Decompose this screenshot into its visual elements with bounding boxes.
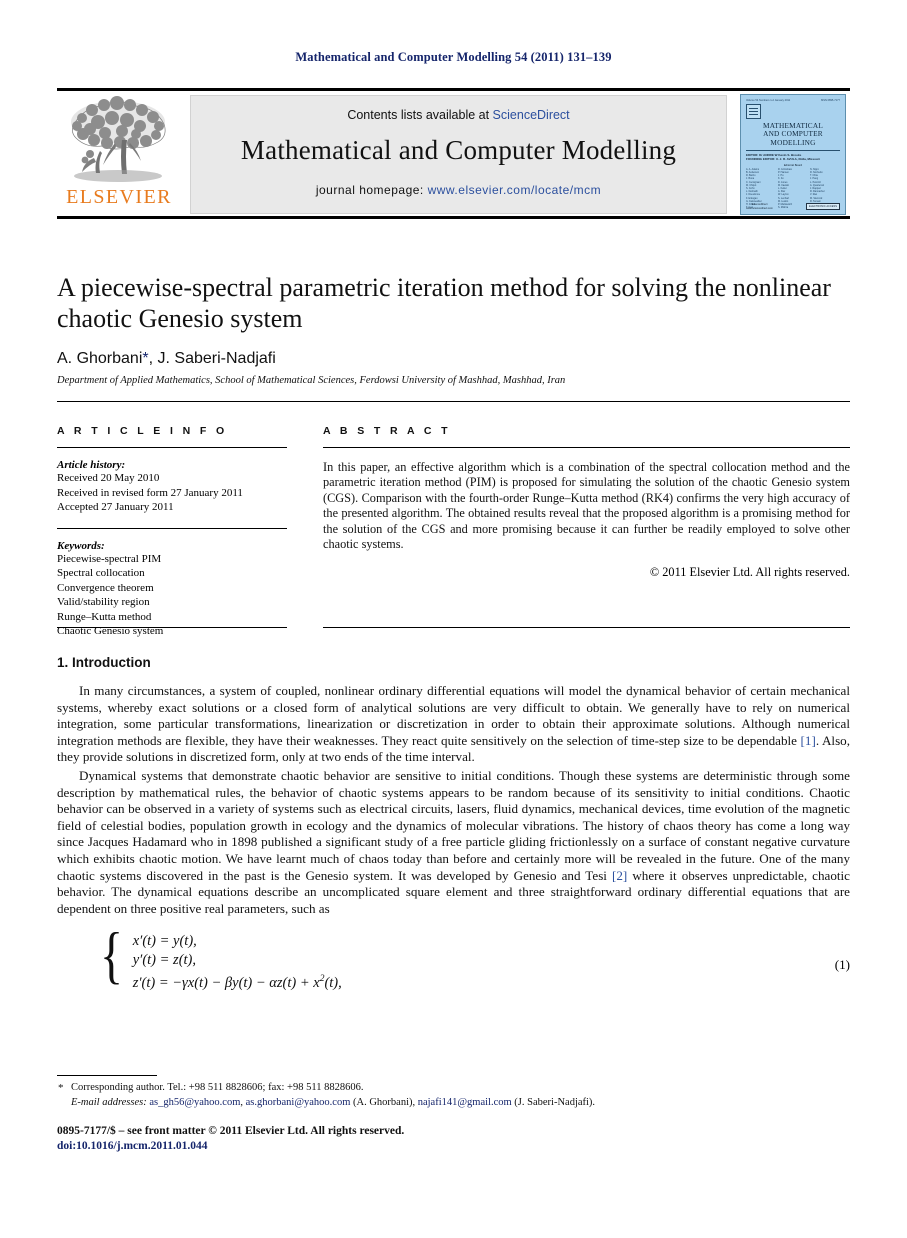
email-attribution-2: (J. Saberi-Nadjafi). [511,1097,596,1108]
section-heading-introduction: 1. Introduction [57,655,151,670]
cover-title-line-3: MODELLING [770,137,816,147]
title-block: A piecewise-spectral parametric iteratio… [57,272,850,386]
article-info-label: A R T I C L E I N F O [57,425,228,437]
author-list: A. Ghorbani*, J. Saberi-Nadjafi [57,350,850,368]
email-link-3[interactable]: najafi141@gmail.com [418,1097,512,1108]
journal-masthead: ELSEVIER Contents lists available at Sci… [57,88,850,219]
paragraph-1-part-a: In many circumstances, a system of coupl… [57,683,850,748]
equation-lines: x′(t) = y(t), y′(t) = z(t), z′(t) = −γx(… [133,932,342,993]
journal-cover-thumbnail[interactable]: Volume 54 Numbers 1-2 January 2011 ISSN … [740,94,846,215]
abstract-label: A B S T R A C T [323,425,451,437]
title-divider [57,401,850,402]
equation-brace: { [100,919,124,991]
keyword-item: Spectral collocation [57,567,145,579]
email-attribution-1: (A. Ghorbani), [350,1097,418,1108]
cover-board-title: Editorial Board [783,162,803,167]
abstract-column: A B S T R A C T In this paper, an effect… [323,425,850,580]
abstract-copyright: © 2011 Elsevier Ltd. All rights reserved… [649,565,850,580]
article-page: Mathematical and Computer Modelling 54 (… [0,0,907,1238]
footnote-corresponding-author: * Corresponding author. Tel.: +98 511 882… [57,1080,850,1095]
elsevier-wordmark: ELSEVIER [66,186,172,208]
info-bottom-divider [57,627,287,628]
paragraph-1: In many circumstances, a system of coupl… [57,683,850,766]
equation-line-2: y′(t) = z(t), [132,952,197,969]
keyword-item: Piecewise-spectral PIM [57,552,162,565]
equation-system: { x′(t) = y(t), y′(t) = z(t), z′(t) = −γ… [100,923,342,993]
affiliation: Department of Applied Mathematics, Schoo… [57,375,566,386]
cover-editor-2: FOUNDING EDITOR: X. J. R. AVULA, Rolla, … [746,156,820,161]
equation-line-1: x′(t) = y(t), [132,933,197,950]
masthead-bottom-rule [57,216,850,219]
keyword-item: Convergence theorem [57,581,154,594]
keyword-item: Runge–Kutta method [57,610,152,623]
cover-topline: Volume 54 Numbers 1-2 January 2011 ISSN … [746,99,840,102]
abstract-bottom-divider [323,627,850,628]
masthead-top-rule [57,88,850,91]
footnote-star-icon: * [58,1082,64,1094]
journal-banner: Contents lists available at ScienceDirec… [190,95,727,214]
citation-link-1[interactable]: [1] [801,733,816,748]
elsevier-logo: ELSEVIER [60,96,178,211]
article-history-item: Accepted 27 January 2011 [57,501,174,513]
author-secondary: , J. Saberi-Nadjafi [148,350,276,367]
article-info-column: A R T I C L E I N F O Article history: R… [57,425,287,639]
equation-line-3: z′(t) = −γx(t) − βy(t) − αz(t) + x2(t), [133,970,342,993]
abstract-rule [323,447,850,448]
footnote-emails: E-mail addresses: as_gh56@yahoo.com, as.… [57,1095,850,1110]
equation-number: (1) [834,957,850,973]
cover-issn-line: ISSN 0895-7177 [820,99,840,102]
cover-sciencedirect-url: www.sciencedirect.com [746,206,773,210]
footnote-corresponding-text: Corresponding author. Tel.: +98 511 8828… [71,1082,364,1093]
homepage-prefix: journal homepage: [315,183,428,197]
abstract-text: In this paper, an effective algorithm wh… [323,460,850,552]
article-history-heading: Article history: [57,459,126,471]
article-info-rule [57,447,287,448]
elsevier-tree-icon [71,96,166,182]
footnote-block: * Corresponding author. Tel.: +98 511 882… [57,1080,850,1110]
footnote-divider [57,1075,157,1076]
page-footer: 0895-7177/$ – see front matter © 2011 El… [57,1124,850,1154]
body-column: 1. Introduction In many circumstances, a… [57,655,850,1007]
issn-front-matter-line: 0895-7177/$ – see front matter © 2011 El… [57,1125,405,1137]
article-title: A piecewise-spectral parametric iteratio… [57,273,831,333]
contents-available-line: Contents lists available at ScienceDirec… [191,108,726,122]
equation-line-3-post: (t), [324,975,342,992]
journal-title: Mathematical and Computer Modelling [240,135,677,165]
citation-link-2[interactable]: [2] [612,868,627,883]
contents-prefix: Contents lists available at [347,108,493,122]
cover-electronic-access-badge: ELECTRONIC ACCESS [806,202,840,210]
equation-block: { x′(t) = y(t), y′(t) = z(t), z′(t) = −γ… [57,923,850,1007]
cover-bottom-row: ScienceDirect www.sciencedirect.com ELEC… [746,202,840,210]
article-history-item: Received in revised form 27 January 2011 [57,486,243,499]
cover-title: MATHEMATICAL AND COMPUTER MODELLING [746,121,840,147]
paragraph-2-part-a: Dynamical systems that demonstrate chaot… [57,767,850,883]
keywords-heading: Keywords: [57,539,105,552]
cover-inner: Volume 54 Numbers 1-2 January 2011 ISSN … [746,99,840,210]
cover-publisher-mark [746,104,761,119]
author-primary: A. Ghorbani [57,350,143,367]
running-head: Mathematical and Computer Modelling 54 (… [295,50,612,64]
journal-homepage-line: journal homepage: www.elsevier.com/locat… [191,183,726,197]
email-addresses-label: E-mail addresses: [71,1097,147,1108]
paragraph-2: Dynamical systems that demonstrate chaot… [57,768,850,917]
doi-link[interactable]: doi:10.1016/j.mcm.2011.01.044 [57,1139,850,1154]
keywords-divider [57,527,287,529]
journal-homepage-link[interactable]: www.elsevier.com/locate/mcm [428,183,602,197]
cover-volume-line: Volume 54 Numbers 1-2 January 2011 [746,99,791,102]
keyword-item: Valid/stability region [57,596,150,608]
cover-rule-top [746,150,840,151]
equation-line-3-pre: z′(t) = −γx(t) − βy(t) − αz(t) + x [132,975,320,992]
article-history-item: Received 20 May 2010 [57,472,160,484]
cover-sciencedirect-mark: ScienceDirect www.sciencedirect.com [746,203,773,210]
email-link-2[interactable]: as.ghorbani@yahoo.com [246,1097,351,1108]
sciencedirect-link[interactable]: ScienceDirect [493,108,570,122]
email-link-1[interactable]: as_gh56@yahoo.com [149,1097,240,1108]
